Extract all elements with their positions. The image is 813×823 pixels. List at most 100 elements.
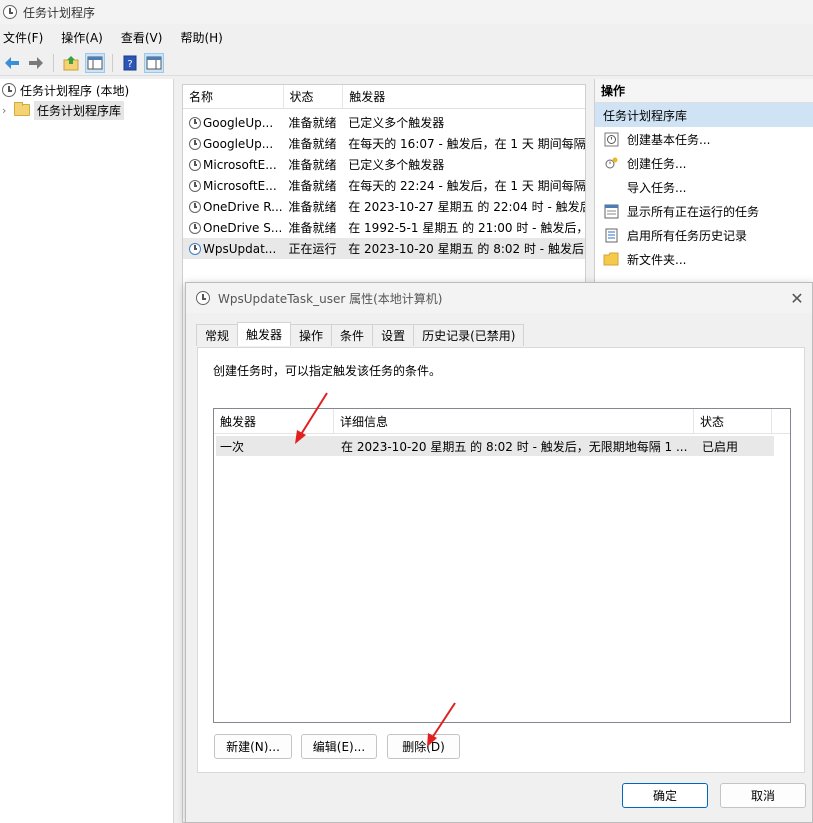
task-row-selected[interactable]: WpsUpdat... 正在运行 在 2023-10-20 星期五 的 8:02… <box>183 238 585 259</box>
action-label: 显示所有正在运行的任务 <box>627 204 760 219</box>
svg-text:?: ? <box>127 59 132 70</box>
action-pane-icon <box>146 56 162 69</box>
menu-view[interactable]: 查看(V) <box>118 29 171 46</box>
actions-section-library[interactable]: 任务计划程序库 <box>595 103 813 127</box>
tab-triggers[interactable]: 触发器 <box>237 322 292 346</box>
forward-button[interactable] <box>26 53 46 73</box>
dialog-title-bar: WpsUpdateTask_user 属性(本地计算机) <box>186 283 812 313</box>
tab-settings[interactable]: 设置 <box>372 324 415 346</box>
action-label: 导入任务... <box>627 180 687 195</box>
task-icon <box>189 179 201 192</box>
task-row[interactable]: GoogleUp... 准备就绪 已定义多个触发器 <box>183 112 585 133</box>
task-row[interactable]: GoogleUp... 准备就绪 在每天的 16:07 - 触发后，在 1 天 … <box>183 133 585 154</box>
blank-icon <box>603 179 619 195</box>
running-tasks-icon <box>603 203 619 219</box>
task-name: GoogleUp... <box>203 115 274 130</box>
task-row[interactable]: MicrosoftE... 准备就绪 在每天的 22:24 - 触发后，在 1 … <box>183 175 585 196</box>
triggers-description: 创建任务时，可以指定触发该任务的条件。 <box>213 364 442 378</box>
show-hide-console-tree-button[interactable] <box>85 52 105 73</box>
tree-library-label: 任务计划程序库 <box>34 100 125 120</box>
dialog-tabs: 常规 触发器 操作 条件 设置 历史记录(已禁用) <box>196 322 525 346</box>
triggers-panel: 创建任务时，可以指定触发该任务的条件。 触发器 详细信息 状态 一次 在 202… <box>197 347 805 773</box>
actions-header: 操作 <box>595 79 813 103</box>
menu-action[interactable]: 操作(A) <box>58 29 111 46</box>
tab-general[interactable]: 常规 <box>196 324 239 346</box>
action-label: 启用所有任务历史记录 <box>627 228 748 243</box>
folder-up-icon <box>63 55 79 70</box>
show-hide-action-pane-button[interactable] <box>144 52 164 73</box>
action-import-task[interactable]: 导入任务... <box>595 175 813 199</box>
new-trigger-button[interactable]: 新建(N)... <box>214 734 292 759</box>
task-icon <box>189 116 201 129</box>
column-trigger[interactable]: 触发器 <box>214 409 334 433</box>
task-row[interactable]: OneDrive S... 准备就绪 在 1992-5-1 星期五 的 21:0… <box>183 217 585 238</box>
trigger-status: 已启用 <box>702 439 739 454</box>
folder-icon <box>603 251 619 267</box>
tab-conditions[interactable]: 条件 <box>331 324 374 346</box>
action-create-task[interactable]: 创建任务... <box>595 151 813 175</box>
column-details[interactable]: 详细信息 <box>334 409 694 433</box>
ok-button[interactable]: 确定 <box>622 783 708 808</box>
task-properties-dialog: WpsUpdateTask_user 属性(本地计算机) ✕ 常规 触发器 操作… <box>185 282 813 823</box>
help-icon: ? <box>123 55 137 70</box>
menu-help[interactable]: 帮助(H) <box>177 29 230 46</box>
task-scheduler-app-icon <box>3 5 17 19</box>
help-button[interactable]: ? <box>120 53 140 73</box>
trigger-details: 在 2023-10-20 星期五 的 8:02 时 - 触发后，无限期地每隔 1… <box>341 439 688 454</box>
action-label: 新文件夹... <box>627 252 687 267</box>
edit-trigger-button[interactable]: 编辑(E)... <box>301 734 377 759</box>
task-row[interactable]: MicrosoftE... 准备就绪 已定义多个触发器 <box>183 154 585 175</box>
tree-root-label: 任务计划程序 (本地) <box>20 83 130 98</box>
task-icon <box>189 221 201 234</box>
action-enable-history[interactable]: 启用所有任务历史记录 <box>595 223 813 247</box>
tab-history[interactable]: 历史记录(已禁用) <box>413 324 525 346</box>
task-trigger: 在 2023-10-20 星期五 的 8:02 时 - 触发后， <box>348 242 585 256</box>
triggers-table: 触发器 详细信息 状态 一次 在 2023-10-20 星期五 的 8:02 时… <box>213 408 791 723</box>
task-row[interactable]: OneDrive R... 准备就绪 在 2023-10-27 星期五 的 22… <box>183 196 585 217</box>
tree-item-library[interactable]: › 任务计划程序库 <box>0 100 173 120</box>
trigger-row[interactable]: 一次 在 2023-10-20 星期五 的 8:02 时 - 触发后，无限期地每… <box>216 436 774 456</box>
task-name: MicrosoftE... <box>203 157 277 172</box>
action-show-running-tasks[interactable]: 显示所有正在运行的任务 <box>595 199 813 223</box>
tab-actions[interactable]: 操作 <box>290 324 333 346</box>
task-scheduler-icon <box>196 291 210 305</box>
cancel-button[interactable]: 取消 <box>720 783 806 808</box>
task-status: 准备就绪 <box>288 179 337 193</box>
toolbar-separator <box>53 53 54 72</box>
action-new-folder[interactable]: 新文件夹... <box>595 247 813 271</box>
task-name: OneDrive S... <box>203 220 283 235</box>
triggers-table-header: 触发器 详细信息 状态 <box>214 409 790 434</box>
chevron-right-icon[interactable]: › <box>2 104 10 117</box>
toolbar: ? <box>0 50 813 76</box>
task-status: 准备就绪 <box>288 221 337 235</box>
task-list-header: 名称 状态 触发器 <box>183 85 585 109</box>
action-label: 创建基本任务... <box>627 132 711 147</box>
column-name[interactable]: 名称 <box>183 85 284 108</box>
tree-item-root[interactable]: 任务计划程序 (本地) <box>0 80 173 100</box>
delete-trigger-button[interactable]: 删除(D) <box>387 734 460 759</box>
console-tree-icon <box>87 56 103 69</box>
history-icon <box>603 227 619 243</box>
task-status: 正在运行 <box>288 242 337 256</box>
back-button[interactable] <box>2 53 22 73</box>
task-name: OneDrive R... <box>203 199 283 214</box>
trigger-type: 一次 <box>220 439 245 454</box>
task-icon <box>189 200 201 213</box>
task-icon <box>189 137 201 150</box>
menu-file[interactable]: 文件(F) <box>0 29 51 46</box>
task-trigger: 在每天的 16:07 - 触发后，在 1 天 期间每隔 <box>348 137 585 151</box>
task-icon <box>189 158 201 171</box>
column-status[interactable]: 状态 <box>694 409 772 433</box>
forward-arrow-icon <box>29 56 43 69</box>
close-icon[interactable]: ✕ <box>788 289 806 308</box>
column-status[interactable]: 状态 <box>284 85 344 108</box>
action-label: 创建任务... <box>627 156 687 171</box>
task-name: MicrosoftE... <box>203 178 277 193</box>
create-task-icon <box>603 155 619 171</box>
up-folder-button[interactable] <box>61 53 81 73</box>
task-status: 准备就绪 <box>288 116 337 130</box>
task-scheduler-icon <box>2 83 16 97</box>
column-trigger[interactable]: 触发器 <box>343 85 585 108</box>
task-trigger: 在 2023-10-27 星期五 的 22:04 时 - 触发后 <box>348 200 585 214</box>
action-create-basic-task[interactable]: 创建基本任务... <box>595 127 813 151</box>
